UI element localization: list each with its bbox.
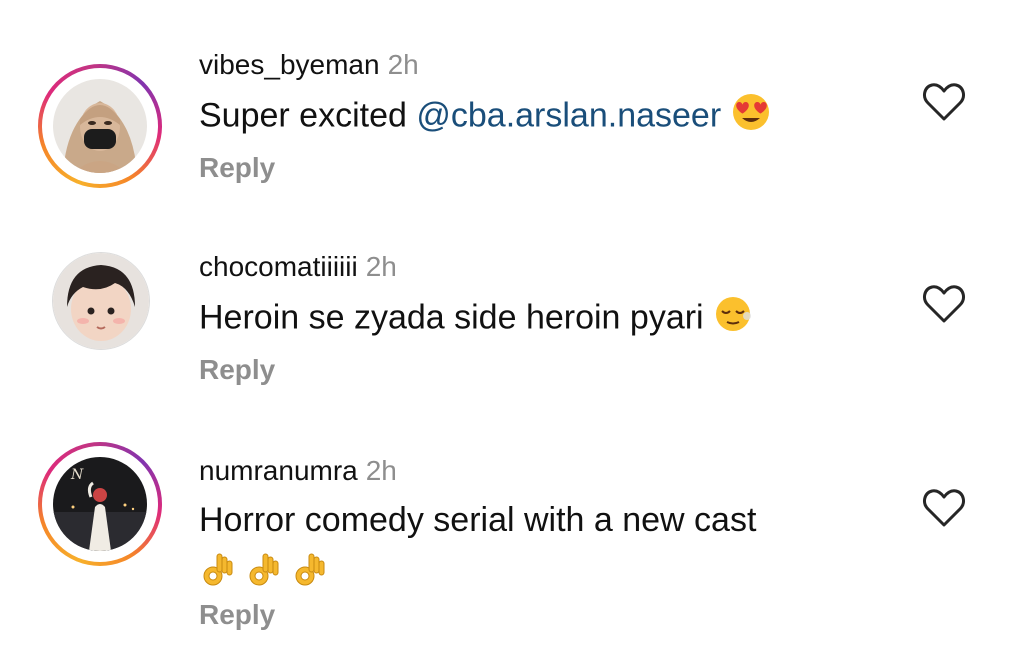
reply-button[interactable]: Reply <box>199 598 756 632</box>
svg-text:N: N <box>70 467 84 483</box>
comment-username[interactable]: numranumra <box>199 455 358 486</box>
avatar-image <box>53 79 147 173</box>
reply-button[interactable]: Reply <box>199 151 771 185</box>
mention-link[interactable]: @cba.arslan.naseer <box>416 96 721 134</box>
avatar[interactable]: N <box>38 442 162 566</box>
comment-text: Super excited @cba.arslan.naseer <box>199 92 771 143</box>
comment-username[interactable]: vibes_byeman <box>199 49 380 80</box>
comment-username[interactable]: chocomatiiiiii <box>199 251 358 282</box>
ok-hand-emoji-row <box>199 548 756 590</box>
like-button[interactable] <box>922 284 966 324</box>
reply-button[interactable]: Reply <box>199 353 753 387</box>
avatar-image: N <box>53 457 147 551</box>
comment-timestamp: 2h <box>387 49 419 80</box>
ok-hand-emoji <box>203 553 325 586</box>
heart-outline-icon <box>923 83 965 121</box>
comment-text-content: Super excited <box>199 96 417 135</box>
like-button[interactable] <box>922 488 966 528</box>
heart-outline-icon <box>923 285 965 323</box>
comment-item: chocomatiiiiii 2h Heroin se zyada side he… <box>0 232 1024 402</box>
story-ring <box>38 64 162 188</box>
comment-text: Horror comedy serial with a new cast <box>199 501 757 539</box>
relieved-face-emoji <box>713 294 753 345</box>
comment-item: vibes_byeman 2h Super excited @cba.arslan… <box>0 30 1024 200</box>
avatar[interactable] <box>52 252 150 350</box>
comment-timestamp: 2h <box>365 455 397 486</box>
comment-text-content: Heroin se zyada side heroin pyari <box>199 298 704 337</box>
like-button[interactable] <box>922 82 966 122</box>
avatar-image <box>53 253 149 349</box>
avatar[interactable] <box>38 64 162 188</box>
comment-text: Heroin se zyada side heroin pyari <box>199 294 753 345</box>
heart-eyes-emoji <box>731 92 771 143</box>
heart-outline-icon <box>923 489 965 527</box>
comment-item: N numranumra 2h Horror comedy serial with… <box>0 436 1024 661</box>
story-ring: N <box>38 442 162 566</box>
comment-timestamp: 2h <box>365 251 397 282</box>
